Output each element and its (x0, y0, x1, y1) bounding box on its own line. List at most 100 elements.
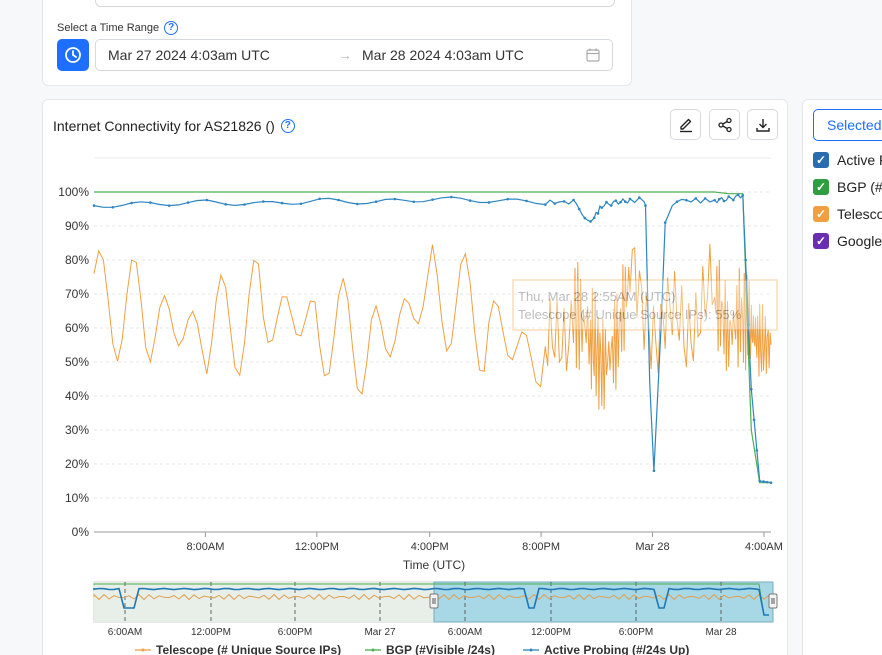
chart-card: Internet Connectivity for AS21826 () ? 1… (42, 99, 788, 655)
y-tick-label: 40% (65, 389, 89, 403)
legend-swatch-dot (529, 648, 533, 652)
legend-item-bgp[interactable]: ✓ BGP (#V (813, 179, 882, 195)
clock-icon (65, 47, 81, 63)
data-point (431, 198, 434, 201)
checkbox-checked-icon[interactable]: ✓ (813, 206, 829, 222)
data-point (468, 199, 472, 202)
data-point (525, 199, 528, 203)
data-point (337, 198, 340, 202)
time-picker-button[interactable] (57, 39, 89, 71)
y-tick-label: 0% (72, 525, 90, 539)
data-point (318, 197, 321, 201)
navigator-tick-label: Mar 27 (364, 627, 396, 638)
legend-item-active-probing[interactable]: ✓ Active P (813, 152, 882, 168)
data-point (544, 203, 547, 206)
legend-item-telescope[interactable]: ✓ Telescop (813, 206, 882, 222)
navigator-tick-label: 6:00AM (108, 627, 142, 638)
data-point (506, 197, 510, 201)
data-point (638, 196, 641, 199)
data-point (765, 480, 769, 484)
data-point (596, 212, 600, 215)
legend-label: BGP (#V (837, 179, 882, 195)
x-tick-label: 8:00PM (522, 541, 560, 553)
legend-label: Google (837, 233, 882, 249)
y-tick-label: 30% (65, 423, 89, 437)
navigator-legend-item: Telescope (# Unique Source IPs) (135, 643, 341, 655)
tooltip-time: Thu, Mar 28 2:55AM (UTC) (518, 289, 676, 304)
data-point (762, 480, 765, 483)
data-point (374, 200, 378, 203)
data-point (562, 200, 566, 203)
time-range-label: Select a Time Range ? (57, 21, 179, 35)
data-point (713, 198, 716, 202)
data-point (487, 201, 491, 204)
legend-swatch-dot (141, 648, 145, 652)
data-point (727, 195, 730, 198)
data-point (583, 216, 587, 220)
navigator-tick-label: 6:00AM (448, 627, 482, 638)
data-point (92, 204, 96, 207)
data-point (280, 201, 284, 205)
y-tick-label: 10% (65, 491, 89, 505)
data-point (572, 198, 575, 202)
legend-panel: Selected ✓ Active P ✓ BGP (#V ✓ Telescop… (802, 99, 882, 655)
navigator-legend-item: BGP (#Visible /24s) (365, 643, 495, 655)
y-tick-label: 50% (65, 355, 89, 369)
x-tick-label: 8:00AM (186, 541, 224, 553)
navigator-tick-label: 6:00PM (619, 627, 653, 638)
data-point (186, 201, 190, 204)
navigator-legend-label: BGP (#Visible /24s) (386, 643, 495, 655)
legend-label: Active P (837, 152, 882, 168)
time-range-input[interactable]: Mar 27 2024 4:03am UTC → Mar 28 2024 4:0… (95, 39, 613, 71)
y-axis-ticks: 100% 90% 80% 70% 60% 50% 40% 30% 20% 10% 0% (58, 185, 89, 539)
data-point (675, 200, 679, 203)
x-tick-label: 12:00PM (295, 541, 339, 553)
data-point (355, 202, 359, 206)
data-point (393, 197, 397, 201)
data-point (769, 481, 773, 485)
data-point (755, 449, 759, 452)
data-point (149, 201, 152, 204)
navigator-legend-label: Telescope (# Unique Source IPs) (156, 643, 341, 655)
x-tick-label: Mar 28 (635, 541, 669, 553)
legend-swatch-dot (371, 648, 375, 652)
handle-grip (429, 593, 439, 609)
data-point (261, 200, 265, 203)
navigator-tick-label: 12:00PM (191, 627, 231, 638)
data-point (600, 206, 604, 209)
data-point (694, 197, 698, 200)
data-point (577, 207, 581, 211)
navigator-tick-label: 12:00PM (531, 627, 571, 638)
checkbox-checked-icon[interactable]: ✓ (813, 152, 829, 168)
data-point (717, 197, 721, 201)
chart-grid (94, 157, 771, 533)
data-point (685, 198, 688, 202)
data-point (619, 200, 622, 204)
search-field-edge[interactable] (95, 0, 615, 7)
data-point (553, 202, 557, 205)
checkbox-checked-icon[interactable]: ✓ (813, 179, 829, 195)
navigator-drag-handle (768, 593, 778, 609)
calendar-icon[interactable] (586, 48, 600, 62)
chart-series (92, 191, 773, 485)
x-axis-title: Time (UTC) (403, 558, 465, 572)
help-icon[interactable]: ? (164, 21, 179, 35)
data-point (628, 197, 632, 201)
data-point (605, 200, 608, 204)
data-point (130, 201, 133, 205)
y-tick-label: 80% (65, 253, 89, 267)
data-point (167, 204, 171, 207)
y-tick-label: 20% (65, 457, 89, 471)
connectivity-chart[interactable]: 100% 90% 80% 70% 60% 50% 40% 30% 20% 10% 0% 8:00AM… (43, 100, 787, 655)
selected-filter-button[interactable]: Selected (813, 109, 882, 141)
checkbox-checked-icon[interactable]: ✓ (813, 233, 829, 249)
data-point (749, 387, 753, 391)
data-point (614, 199, 618, 202)
series-line-bgp (94, 191, 771, 484)
y-tick-label: 90% (65, 219, 89, 233)
data-point (736, 193, 740, 196)
legend-item-google[interactable]: ✓ Google (813, 233, 882, 249)
data-point (592, 216, 596, 220)
navigator-legend-label: Active Probing (#/24s Up) (544, 643, 689, 655)
range-navigator[interactable]: 6:00AM 12:00PM 6:00PM Mar 27 6:00AM 12:00PM 6:… (93, 581, 778, 655)
